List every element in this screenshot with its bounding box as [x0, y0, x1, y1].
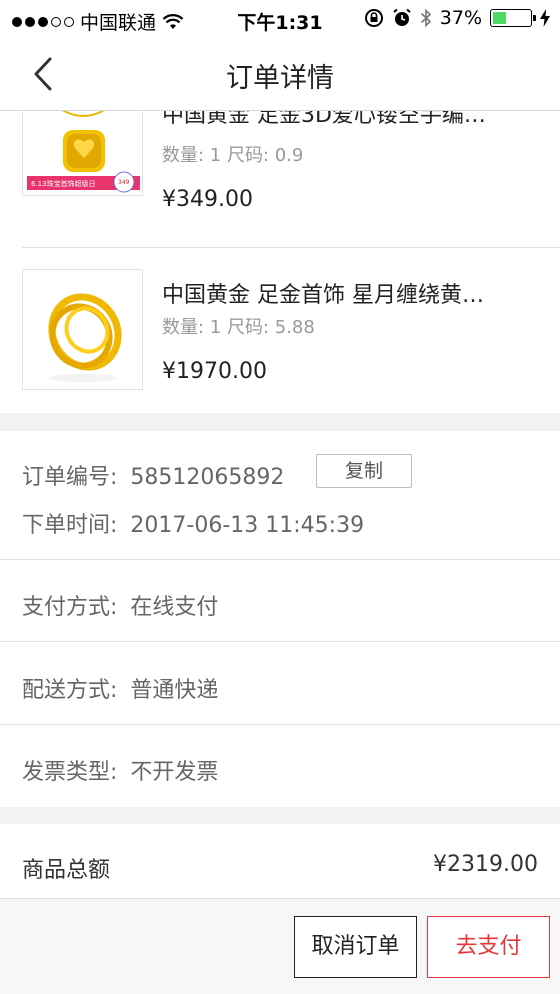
order-number-row: 订单编号: 58512065892: [22, 459, 284, 491]
product-name: 中国黄金 足金首饰 星月缠绕黄…: [162, 283, 484, 308]
order-number-value: 58512065892: [130, 465, 285, 490]
delivery-row: 配送方式: 普通快递: [22, 672, 218, 704]
status-bar: 中国联通 下午1:31 37%: [0, 0, 560, 38]
bluetooth-icon: [420, 8, 431, 28]
payment-value: 在线支付: [130, 595, 219, 620]
status-right: 37%: [364, 7, 550, 29]
divider: [0, 559, 560, 560]
page-title: 订单详情: [226, 63, 334, 94]
product-image: 6.13珠宝首饰超级日 349: [22, 111, 143, 196]
divider: [0, 641, 560, 642]
payment-label: 支付方式:: [22, 595, 118, 620]
product-image: [22, 269, 143, 390]
order-time-label: 下单时间:: [22, 513, 118, 538]
product-meta: 数量: 1 尺码: 5.88: [162, 317, 315, 338]
total-value: ¥2319.00: [433, 852, 538, 877]
bottom-action-bar: 取消订单 去支付: [0, 898, 560, 994]
banner-text: 6.13珠宝首饰超级日: [31, 179, 96, 188]
charging-icon: [540, 9, 550, 27]
invoice-label: 发票类型:: [22, 760, 118, 785]
alarm-icon: [393, 8, 411, 26]
product-meta: 数量: 1 尺码: 0.9: [162, 145, 304, 166]
payment-row: 支付方式: 在线支付: [22, 589, 218, 621]
delivery-label: 配送方式:: [22, 678, 118, 703]
divider: [0, 724, 560, 725]
cancel-order-button[interactable]: 取消订单: [294, 916, 417, 978]
product-list: 6.13珠宝首饰超级日 349 中国黄金 足金3D爱心镂空手编… 数量: 1 尺…: [0, 111, 560, 413]
divider: [22, 247, 560, 248]
delivery-value: 普通快递: [130, 678, 219, 703]
invoice-value: 不开发票: [130, 760, 219, 785]
order-info-section: 订单编号: 58512065892 复制 下单时间: 2017-06-13 11…: [0, 431, 560, 807]
banner-badge: 349: [118, 179, 130, 186]
battery-percent: 37%: [439, 7, 482, 29]
nav-bar: 订单详情: [0, 38, 560, 111]
order-time-value: 2017-06-13 11:45:39: [130, 513, 365, 538]
summary-section: 商品总额 ¥2319.00 运费: [0, 824, 560, 898]
total-label: 商品总额: [22, 858, 111, 883]
order-number-label: 订单编号:: [22, 465, 118, 490]
product-price: ¥349.00: [162, 187, 253, 212]
product-name: 中国黄金 足金3D爱心镂空手编…: [162, 111, 486, 128]
battery-icon: [490, 9, 536, 27]
pay-button[interactable]: 去支付: [427, 916, 550, 978]
copy-button[interactable]: 复制: [316, 454, 412, 488]
orientation-lock-icon: [364, 9, 383, 27]
product-item[interactable]: 中国黄金 足金首饰 星月缠绕黄… 数量: 1 尺码: 5.88 ¥1970.00: [0, 269, 560, 409]
order-time-row: 下单时间: 2017-06-13 11:45:39: [22, 507, 364, 539]
product-item[interactable]: 6.13珠宝首饰超级日 349 中国黄金 足金3D爱心镂空手编… 数量: 1 尺…: [0, 111, 560, 221]
product-price: ¥1970.00: [162, 359, 267, 384]
content-scroll[interactable]: 6.13珠宝首饰超级日 349 中国黄金 足金3D爱心镂空手编… 数量: 1 尺…: [0, 111, 560, 898]
invoice-row: 发票类型: 不开发票: [22, 754, 218, 786]
